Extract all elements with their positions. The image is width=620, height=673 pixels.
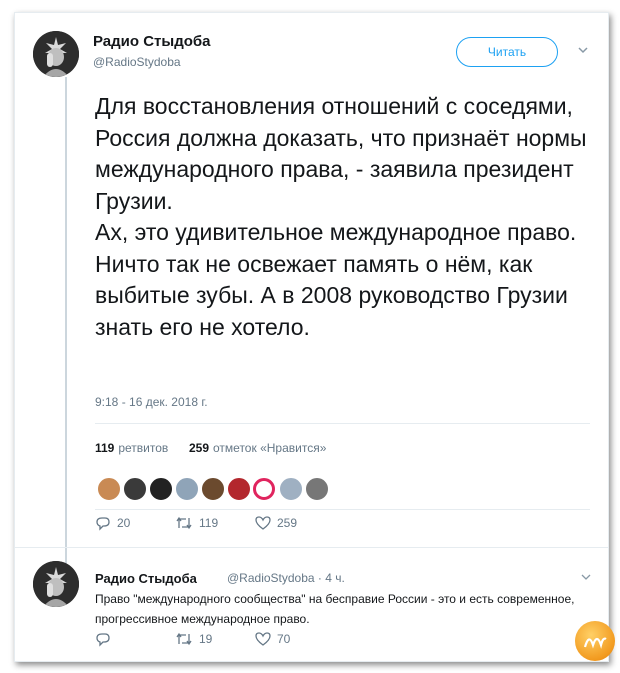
liker-avatar[interactable] [123, 477, 147, 501]
retweet-action[interactable]: 119 [175, 515, 218, 531]
reply-like-action[interactable]: 70 [255, 631, 290, 647]
liker-avatar[interactable] [305, 477, 329, 501]
thread-line [65, 77, 67, 567]
author-avatar[interactable] [33, 31, 79, 77]
reply-action[interactable]: 20 [95, 515, 130, 531]
heart-icon [255, 516, 271, 530]
reply-retweet-action[interactable]: 19 [175, 631, 212, 647]
like-action[interactable]: 259 [255, 515, 297, 531]
liker-avatar[interactable] [201, 477, 225, 501]
liker-avatar[interactable] [253, 478, 275, 500]
retweets-label[interactable]: ретвитов [118, 441, 168, 455]
reply-author-name[interactable]: Радио Стыдоба [95, 571, 197, 586]
retweet-icon [176, 516, 192, 530]
chevron-down-icon[interactable] [576, 43, 590, 57]
heart-icon [255, 632, 271, 646]
likes-count[interactable]: 259 [189, 441, 209, 455]
reply-meta[interactable]: @RadioStydoba · 4 ч. [227, 571, 345, 585]
tweet-card: Радио Стыдоба @RadioStydoba Читать Для в… [14, 12, 615, 662]
liker-avatar[interactable] [227, 477, 251, 501]
chevron-down-icon[interactable] [580, 571, 592, 583]
author-handle[interactable]: @RadioStydoba [93, 55, 181, 69]
reply-author-avatar[interactable] [33, 561, 79, 607]
reply-count: 20 [117, 516, 131, 530]
reply-icon [96, 517, 110, 531]
divider [15, 547, 608, 548]
liker-avatar[interactable] [175, 477, 199, 501]
reply-like-count: 70 [277, 632, 291, 646]
reply-text: Право "международного сообщества" на бес… [95, 592, 575, 626]
reply-reply-action[interactable] [95, 631, 117, 647]
follow-button[interactable]: Читать [456, 37, 558, 67]
liker-avatar[interactable] [97, 477, 121, 501]
reply-retweet-count: 19 [199, 632, 213, 646]
logo-icon [583, 637, 607, 649]
divider [95, 423, 590, 424]
like-count: 259 [277, 516, 298, 530]
tweet-text: Для восстановления отношений с соседями,… [95, 93, 587, 340]
author-name[interactable]: Радио Стыдоба [93, 33, 211, 50]
retweets-count[interactable]: 119 [95, 441, 114, 455]
liker-avatar[interactable] [279, 477, 303, 501]
tweet-stats: 119 ретвитов 259 отметок «Нравится» [95, 441, 326, 455]
statue-of-liberty-icon [33, 31, 79, 77]
statue-of-liberty-icon [33, 561, 79, 607]
likes-label[interactable]: отметок «Нравится» [213, 441, 326, 455]
retweet-count: 119 [199, 516, 219, 530]
retweet-icon [176, 632, 192, 646]
watermark-logo [575, 621, 615, 661]
tweet-timestamp[interactable]: 9:18 - 16 дек. 2018 г. [95, 395, 208, 409]
liker-avatar[interactable] [149, 477, 173, 501]
reply-icon [96, 633, 110, 647]
divider [95, 509, 590, 510]
